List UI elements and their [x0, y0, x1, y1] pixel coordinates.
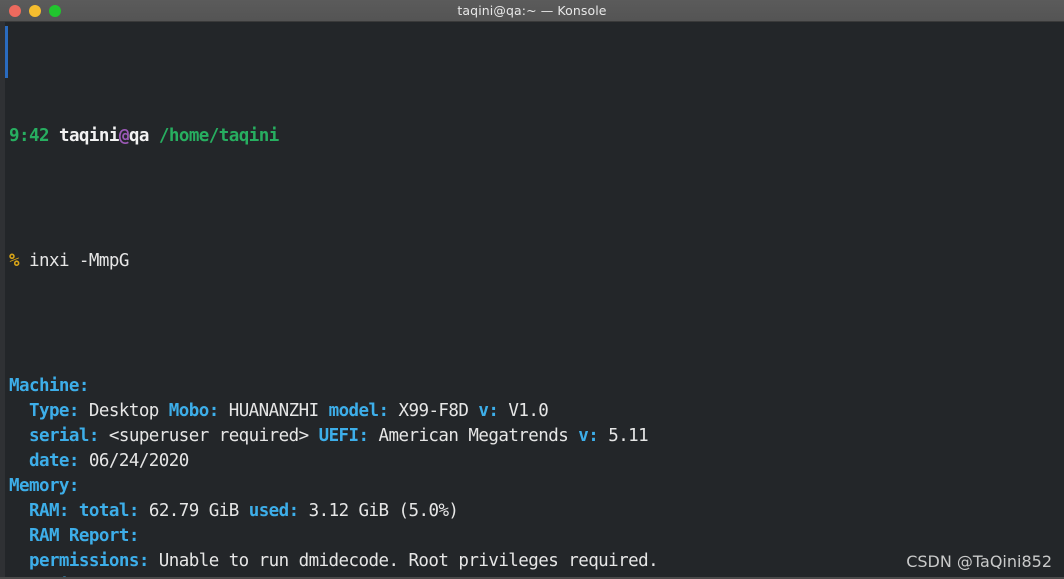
terminal-output: 9:42 taqini@qa /home/taqini % inxi -MmpG… — [9, 24, 1064, 577]
prompt-line: 9:42 taqini@qa /home/taqini — [9, 124, 1064, 149]
minimize-window-button[interactable] — [29, 4, 41, 17]
output-value: Unable to run dmidecode. Root privileges… — [148, 551, 659, 571]
output-key: total: — [78, 501, 139, 521]
prompt-marker — [5, 26, 8, 78]
output-key: Machine: — [9, 376, 89, 396]
konsole-window: taqini@qa:~ — Konsole 9:42 taqini@qa /ho… — [0, 0, 1064, 579]
output-key: Mobo: — [168, 401, 219, 421]
output-key: model: — [328, 401, 389, 421]
output-key: RAM: — [9, 501, 70, 521]
output-line-machine-date: date: 06/24/2020 — [9, 449, 1064, 474]
maximize-window-button[interactable] — [49, 4, 61, 17]
output-line-machine-type: Type: Desktop Mobo: HUANANZHI model: X99… — [9, 399, 1064, 424]
window-titlebar: taqini@qa:~ — Konsole — [0, 0, 1064, 22]
prompt-time: 9:42 — [9, 126, 50, 146]
output-key: Memory: — [9, 476, 79, 496]
output-key: v: — [478, 401, 499, 421]
command-line: % inxi -MmpG — [9, 249, 1064, 274]
output-key: RAM Report: — [9, 526, 139, 546]
output-line-memory-ram: RAM: total: 62.79 GiB used: 3.12 GiB (5.… — [9, 499, 1064, 524]
output-key: UEFI: — [318, 426, 369, 446]
output-line-memory-permissions: permissions: Unable to run dmidecode. Ro… — [9, 549, 1064, 574]
output-value: X99-F8D — [388, 401, 479, 421]
prompt-host: qa — [128, 126, 150, 146]
output-key: v: — [578, 426, 599, 446]
output-value: HUANANZHI — [218, 401, 329, 421]
output-line-graphics-header: Graphics: — [9, 574, 1064, 577]
command-output: Machine: Type: Desktop Mobo: HUANANZHI m… — [9, 374, 1064, 577]
output-value: 62.79 GiB — [138, 501, 249, 521]
output-key: permissions: — [9, 551, 149, 571]
command-text: inxi -MmpG — [29, 251, 129, 271]
output-key: date: — [9, 451, 79, 471]
output-value: 06/24/2020 — [78, 451, 189, 471]
output-key: Type: — [9, 401, 79, 421]
prompt-cwd: /home/taqini — [158, 126, 279, 146]
window-title: taqini@qa:~ — Konsole — [457, 3, 607, 18]
output-line-memory-header: Memory: — [9, 474, 1064, 499]
output-value — [69, 501, 79, 521]
output-value: Desktop — [78, 401, 169, 421]
output-line-machine-header: Machine: — [9, 374, 1064, 399]
output-key: serial: — [9, 426, 99, 446]
terminal-screen[interactable]: 9:42 taqini@qa /home/taqini % inxi -MmpG… — [0, 22, 1064, 579]
output-value: V1.0 — [498, 401, 549, 421]
terminal-left-gutter — [0, 22, 5, 577]
close-window-button[interactable] — [9, 4, 21, 17]
output-value: 5.11 — [598, 426, 649, 446]
prompt-at-symbol: @ — [118, 126, 130, 146]
prompt-symbol: % — [9, 251, 20, 271]
output-line-machine-serial: serial: <superuser required> UEFI: Ameri… — [9, 424, 1064, 449]
output-line-memory-ram-report: RAM Report: — [9, 524, 1064, 549]
window-controls — [0, 4, 61, 17]
output-value: American Megatrends — [368, 426, 579, 446]
output-value: <superuser required> — [98, 426, 319, 446]
prompt-user: taqini — [58, 126, 119, 146]
output-key: used: — [248, 501, 299, 521]
output-value: 3.12 GiB (5.0%) — [298, 501, 459, 521]
